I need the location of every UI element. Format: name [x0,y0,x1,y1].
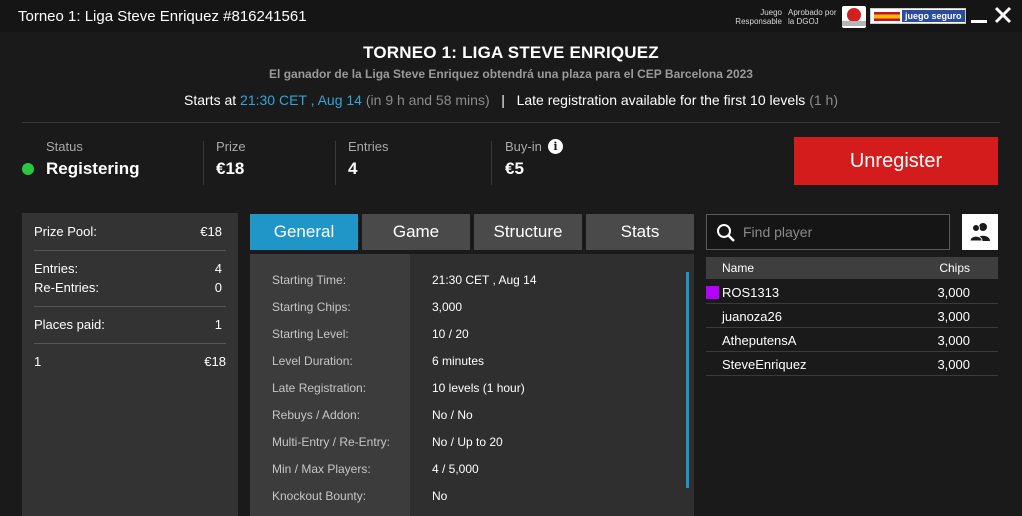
places-paid-label: Places paid: [34,317,105,332]
tab-general[interactable]: General [250,214,358,250]
player-name: SteveEnriquez [722,357,807,372]
detail-label: Starting Chips: [272,300,351,314]
entries-count-value: 4 [214,261,222,276]
detail-value: 10 / 20 [432,327,469,341]
chips-column-header: Chips [939,261,970,275]
player-row[interactable]: juanoza26 3,000 [706,304,998,328]
detail-value: 6 minutes [432,354,485,368]
status-value: Registering [46,159,140,178]
detail-label: Starting Level: [272,327,349,341]
detail-value: 21:30 CET , Aug 14 [432,273,537,287]
entries-label: Entries [348,139,389,154]
detail-value: No [432,489,448,503]
prize-pool-value: €18 [200,224,222,239]
juego-responsable-logo: Juego Responsable [735,8,782,26]
detail-value: No / Up to 20 [432,435,503,449]
start-time: 21:30 CET , Aug 14 [240,92,362,108]
prize-value: €18 [216,159,245,178]
panel-divider [34,306,226,307]
general-details-panel[interactable]: Starting Time: 21:30 CET , Aug 14 Starti… [250,254,694,516]
entries-count-label: Entries: [34,261,79,276]
start-info-line: Starts at 21:30 CET , Aug 14 (in 9 h and… [0,92,1022,108]
prize-label: Prize [216,139,246,154]
player-name: AtheputensA [722,333,797,348]
detail-value: 4 / 5,000 [432,462,479,476]
minimize-icon [971,20,987,23]
close-button[interactable] [992,4,1014,26]
prize-pool-label: Prize Pool: [34,224,97,239]
search-icon [717,224,735,242]
entries-value: 4 [348,159,358,178]
payout-amount: €18 [204,354,226,369]
tab-game[interactable]: Game [362,214,470,250]
buyin-label: Buy-in [505,139,542,154]
detail-label: Knockout Bounty: [272,489,367,503]
juego-seguro-logo: juego seguro [870,8,966,24]
detail-value: 10 levels (1 hour) [432,381,525,395]
name-column-header: Name [722,261,755,275]
info-icon[interactable]: i [548,139,563,154]
summary-divider [335,141,336,185]
detail-value: 3,000 [432,300,463,314]
juego-seguro-text: juego seguro [902,10,965,22]
player-table-header: Name Chips [706,257,998,279]
spain-flag-icon [874,12,900,21]
dgoj-logo: Aprobado por la DGOJ [788,8,837,26]
starts-prefix: Starts at [184,92,237,108]
player-chips: 3,000 [937,285,970,300]
close-icon [994,6,1012,24]
tab-stats[interactable]: Stats [586,214,694,250]
player-row[interactable]: AtheputensA 3,000 [706,328,998,352]
detail-label: Multi-Entry / Re-Entry: [272,435,391,449]
player-name: juanoza26 [722,309,782,324]
details-scrollbar[interactable] [686,272,689,488]
header-separator: | [501,92,505,108]
player-list-button[interactable] [962,214,998,250]
status-label: Status [46,139,83,154]
unregister-button[interactable]: Unregister [794,137,998,185]
player-chips: 3,000 [937,309,970,324]
panel-divider [34,250,226,251]
reentries-value: 0 [214,280,222,295]
player-row[interactable]: SteveEnriquez 3,000 [706,352,998,376]
reentries-label: Re-Entries: [34,280,100,295]
tournament-subtitle: El ganador de la Liga Steve Enriquez obt… [269,67,753,81]
detail-label: Late Registration: [272,381,367,395]
find-player-box[interactable] [706,214,950,250]
late-registration-text: Late registration available for the firs… [516,92,806,108]
tab-structure[interactable]: Structure [474,214,582,250]
detail-label: Starting Time: [272,273,347,287]
places-paid-value: 1 [214,317,222,332]
detail-label: Level Duration: [272,354,353,368]
find-player-input[interactable] [743,215,943,249]
late-registration-duration: (1 h) [809,92,838,108]
countdown: (in 9 h and 58 mins) [365,92,490,108]
summary-divider [203,141,204,185]
player-row[interactable]: ROS1313 3,000 [706,280,998,304]
detail-label: Min / Max Players: [272,462,371,476]
player-chips: 3,000 [937,333,970,348]
window-title: Torneo 1: Liga Steve Enriquez #816241561 [18,8,307,25]
detail-label: Rebuys / Addon: [272,408,361,422]
panel-divider [34,343,226,344]
badge-logo-icon [842,6,866,28]
players-icon [969,223,990,242]
header-divider [22,122,1000,123]
detail-value: No / No [432,408,473,422]
minimize-button[interactable] [968,4,990,26]
buyin-value: €5 [505,159,524,178]
tournament-heading: TORNEO 1: LIGA STEVE ENRIQUEZ [363,43,659,62]
summary-divider [491,141,492,185]
highlight-marker [706,286,719,299]
player-name: ROS1313 [722,285,780,300]
payout-place: 1 [34,354,42,369]
player-chips: 3,000 [937,357,970,372]
status-dot-icon [22,163,34,175]
